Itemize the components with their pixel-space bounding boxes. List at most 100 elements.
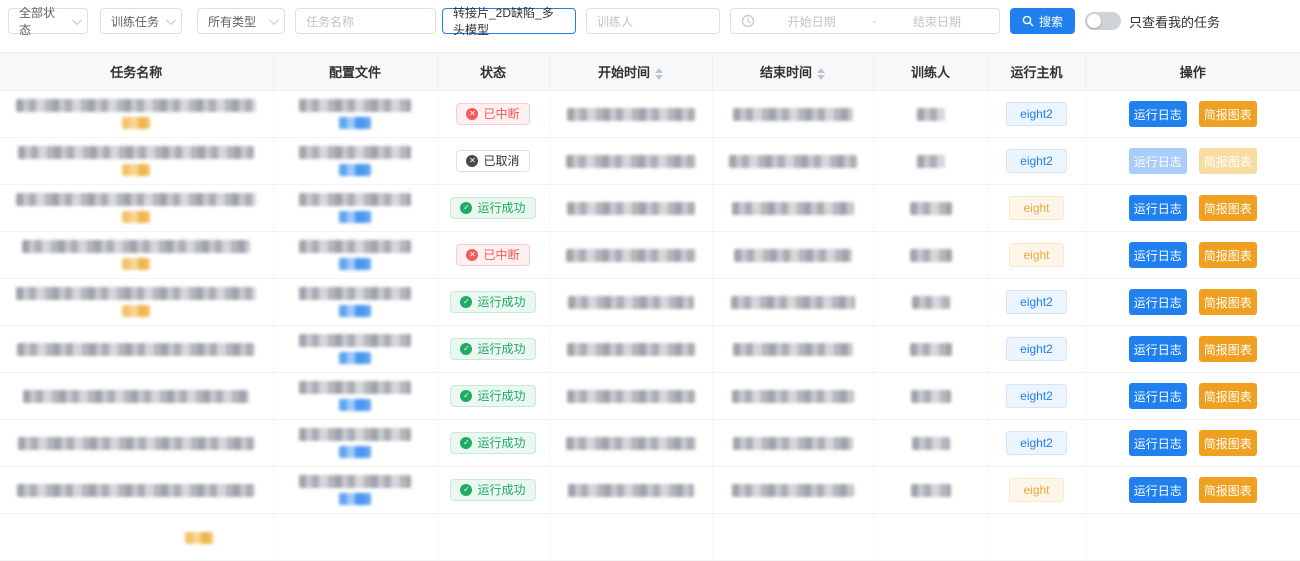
trainer-cell bbox=[873, 420, 988, 467]
run-log-button[interactable]: 运行日志 bbox=[1129, 148, 1187, 174]
run-log-button[interactable]: 运行日志 bbox=[1129, 430, 1187, 456]
trainer-redacted bbox=[912, 437, 950, 450]
status-label: 运行成功 bbox=[477, 437, 525, 449]
trainer-redacted bbox=[910, 202, 952, 215]
report-chart-button[interactable]: 简报图表 bbox=[1199, 148, 1257, 174]
task-name-redacted bbox=[16, 193, 256, 206]
end-time-cell bbox=[712, 138, 873, 185]
status-select[interactable]: 全部状态 bbox=[8, 8, 88, 34]
end-time-cell bbox=[712, 326, 873, 373]
actions-cell bbox=[1085, 514, 1300, 561]
run-log-button[interactable]: 运行日志 bbox=[1129, 195, 1187, 221]
config-link-redacted[interactable] bbox=[339, 117, 371, 129]
end-time-cell bbox=[712, 373, 873, 420]
task-name-cell bbox=[0, 232, 273, 279]
end-time-redacted bbox=[733, 343, 853, 356]
config-link-redacted[interactable] bbox=[339, 352, 371, 364]
task-name-redacted bbox=[23, 390, 249, 403]
actions-group: 运行日志简报图表 bbox=[1086, 430, 1300, 456]
host-cell: eight2 bbox=[988, 279, 1085, 326]
run-log-button[interactable]: 运行日志 bbox=[1129, 242, 1187, 268]
host-badge: eight bbox=[1009, 478, 1063, 502]
col-status: 状态 bbox=[437, 53, 549, 91]
search-icon bbox=[1022, 15, 1034, 27]
status-cell: ✕已中断 bbox=[437, 91, 549, 138]
task-name-cell bbox=[0, 420, 273, 467]
status-label: 已中断 bbox=[483, 249, 519, 261]
config-file-redacted bbox=[299, 240, 411, 253]
host-badge: eight2 bbox=[1006, 149, 1067, 173]
report-chart-button[interactable]: 简报图表 bbox=[1199, 383, 1257, 409]
host-badge: eight2 bbox=[1006, 290, 1067, 314]
actions-cell: 运行日志简报图表 bbox=[1085, 326, 1300, 373]
sort-icon[interactable] bbox=[655, 68, 663, 80]
task-name-cell bbox=[0, 279, 273, 326]
config-link-redacted[interactable] bbox=[339, 399, 371, 411]
config-link-redacted[interactable] bbox=[339, 258, 371, 270]
task-type-select[interactable]: 训练任务 bbox=[100, 8, 182, 34]
run-log-button[interactable]: 运行日志 bbox=[1129, 101, 1187, 127]
config-file-redacted bbox=[299, 146, 411, 159]
report-chart-button[interactable]: 简报图表 bbox=[1199, 289, 1257, 315]
host-badge: eight2 bbox=[1006, 337, 1067, 361]
task-type-select-value: 训练任务 bbox=[111, 13, 159, 30]
trainer-redacted bbox=[911, 484, 951, 497]
host-cell: eight2 bbox=[988, 326, 1085, 373]
report-chart-button[interactable]: 简报图表 bbox=[1199, 430, 1257, 456]
trainer-cell bbox=[873, 373, 988, 420]
search-button[interactable]: 搜索 bbox=[1010, 8, 1075, 34]
start-time-redacted bbox=[566, 437, 696, 450]
col-end-time[interactable]: 结束时间 bbox=[712, 53, 873, 91]
end-time-cell bbox=[712, 279, 873, 326]
config-file-cell bbox=[273, 467, 437, 514]
status-badge: ✕已取消 bbox=[456, 150, 529, 172]
status-label: 运行成功 bbox=[477, 296, 525, 308]
check-circle-icon: ✓ bbox=[460, 202, 472, 214]
config-link-redacted[interactable] bbox=[339, 446, 371, 458]
trainer-cell bbox=[873, 91, 988, 138]
chevron-down-icon bbox=[166, 15, 176, 25]
report-chart-button[interactable]: 简报图表 bbox=[1199, 195, 1257, 221]
my-tasks-toggle[interactable] bbox=[1085, 12, 1121, 30]
run-log-button[interactable]: 运行日志 bbox=[1129, 477, 1187, 503]
host-badge: eight bbox=[1009, 196, 1063, 220]
col-start-time[interactable]: 开始时间 bbox=[549, 53, 712, 91]
end-time-redacted bbox=[733, 108, 853, 121]
trainer-redacted bbox=[911, 390, 951, 403]
config-link-redacted[interactable] bbox=[339, 305, 371, 317]
start-time-cell bbox=[549, 232, 712, 279]
report-chart-button[interactable]: 简报图表 bbox=[1199, 242, 1257, 268]
actions-group: 运行日志简报图表 bbox=[1086, 195, 1300, 221]
run-log-button[interactable]: 运行日志 bbox=[1129, 383, 1187, 409]
report-chart-button[interactable]: 简报图表 bbox=[1199, 101, 1257, 127]
report-chart-button[interactable]: 简报图表 bbox=[1199, 336, 1257, 362]
status-select-value: 全部状态 bbox=[19, 4, 66, 38]
close-circle-icon: ✕ bbox=[466, 155, 478, 167]
config-link-redacted[interactable] bbox=[339, 493, 371, 505]
run-log-button[interactable]: 运行日志 bbox=[1129, 289, 1187, 315]
status-cell: ✓ 运行成功 bbox=[437, 279, 549, 326]
status-cell: ✓运行成功 bbox=[437, 185, 549, 232]
status-cell: ✓运行成功 bbox=[437, 420, 549, 467]
my-tasks-label: 只查看我的任务 bbox=[1129, 12, 1220, 31]
task-name-search-input[interactable]: 转接片_2D缺陷_多头模型 bbox=[442, 8, 576, 34]
trainer-cell bbox=[873, 514, 988, 561]
run-log-button[interactable]: 运行日志 bbox=[1129, 336, 1187, 362]
config-link-redacted[interactable] bbox=[339, 164, 371, 176]
task-name-input[interactable]: 任务名称 bbox=[295, 8, 436, 34]
trainer-input[interactable]: 训练人 bbox=[586, 8, 720, 34]
chevron-down-icon bbox=[269, 15, 279, 25]
check-circle-icon: ✓ bbox=[460, 296, 472, 308]
config-link-redacted[interactable] bbox=[339, 211, 371, 223]
category-select[interactable]: 所有类型 bbox=[197, 8, 285, 34]
report-chart-button[interactable]: 简报图表 bbox=[1199, 477, 1257, 503]
status-badge: ✓运行成功 bbox=[450, 432, 535, 454]
date-range-picker[interactable]: 开始日期 - 结束日期 bbox=[730, 8, 1000, 34]
close-circle-icon: ✕ bbox=[466, 108, 478, 120]
end-time-redacted bbox=[732, 202, 854, 215]
task-name-cell bbox=[0, 138, 273, 185]
trainer-cell bbox=[873, 185, 988, 232]
sort-icon[interactable] bbox=[817, 68, 825, 80]
start-time-redacted bbox=[568, 484, 694, 497]
chevron-down-icon bbox=[72, 15, 82, 25]
